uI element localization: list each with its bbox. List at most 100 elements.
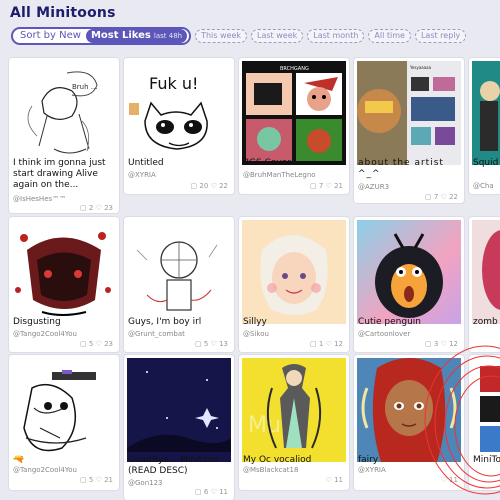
thumbnail-fairy[interactable] bbox=[357, 358, 461, 462]
thumbnail-bgs-cover[interactable]: BRCHGANG bbox=[242, 61, 346, 165]
comment-icon: ▢ bbox=[190, 182, 198, 190]
card-title[interactable]: MiniTo bbox=[473, 455, 500, 466]
heart-icon: ♡ bbox=[95, 340, 102, 348]
comment-icon: ▢ bbox=[310, 182, 317, 190]
card-title[interactable]: Guys, I'm boy irl bbox=[128, 317, 231, 328]
card-author[interactable]: @AZUR3 bbox=[358, 183, 389, 191]
minitoon-card[interactable]: BRCHGANG BGS Cover @BruhManTheLegno ▢ 7 … bbox=[239, 58, 349, 194]
like-count: 12 bbox=[334, 340, 343, 348]
thumb-text: Fuk u! bbox=[149, 74, 198, 93]
thumbnail-zomb[interactable] bbox=[472, 220, 500, 324]
card-author[interactable]: @IsHesHes™™ bbox=[13, 195, 66, 203]
minitoon-card[interactable]: Sillyy @Sikou ▢ 1 ♡ 12 bbox=[239, 217, 349, 352]
minitoon-card[interactable]: fairy @XYRIA ♡ 11 bbox=[354, 355, 464, 490]
like-count: 22 bbox=[219, 182, 228, 190]
thumbnail-goodbye[interactable] bbox=[127, 358, 231, 462]
comment-icon: ▢ bbox=[80, 204, 87, 212]
card-author[interactable]: @MsBlackcat18 bbox=[243, 466, 298, 474]
minitoon-card[interactable]: Squid 2 leak @Cha bbox=[469, 58, 500, 194]
last-48h-label: last 48h bbox=[153, 32, 183, 40]
card-title[interactable]: Untitled bbox=[128, 158, 231, 169]
minitoon-card[interactable]: GoodBye... Minitoon (READ DESC) @Gon123 … bbox=[124, 355, 234, 500]
filter-last-month[interactable]: Last month bbox=[307, 29, 365, 43]
heart-icon: ♡ bbox=[440, 340, 447, 348]
heart-icon: ♡ bbox=[210, 340, 217, 348]
card-author[interactable]: @Cha bbox=[473, 182, 494, 190]
card-author[interactable]: @Tango2Cool4You bbox=[13, 466, 77, 474]
minitoon-card[interactable]: Yesyaaaaa about the artist ^_^ @AZUR3 ▢ … bbox=[354, 58, 464, 203]
card-stats: ▢ 7 ♡ 22 bbox=[425, 193, 458, 201]
like-count: 21 bbox=[334, 182, 343, 190]
minitoon-card[interactable]: MiniTo bbox=[469, 355, 500, 490]
card-title[interactable]: fairy bbox=[358, 455, 461, 466]
sort-most-likes-button[interactable]: Most Likes last 48h bbox=[85, 29, 188, 43]
filter-all-time[interactable]: All time bbox=[368, 29, 411, 43]
card-title[interactable]: Sillyy bbox=[243, 317, 346, 328]
filter-this-week[interactable]: This week bbox=[195, 29, 248, 43]
card-title[interactable]: Squid 2 leak bbox=[473, 158, 500, 169]
card-stats: ▢ 5 ♡ 21 bbox=[80, 476, 113, 484]
minitoon-card[interactable]: Disgusting @Tango2Cool4You ▢ 5 ♡ 23 bbox=[9, 217, 119, 352]
thumbnail-oc-vocaloid[interactable]: Mu... bbox=[242, 358, 346, 462]
thumbnail-about-artist[interactable]: Yesyaaaaa bbox=[357, 61, 461, 165]
like-count: 13 bbox=[219, 340, 228, 348]
card-author[interactable]: @Tango2Cool4You bbox=[13, 330, 77, 338]
comment-count: 5 bbox=[203, 340, 209, 348]
comment-icon: ▢ bbox=[310, 340, 317, 348]
thumbnail-fuk-u-cat[interactable]: Fuk u! bbox=[127, 61, 231, 165]
heart-icon: ♡ bbox=[210, 182, 217, 190]
thumbnail-cutie-penguin[interactable] bbox=[357, 220, 461, 324]
comment-count: 7 bbox=[318, 182, 324, 190]
card-author[interactable]: @XYRIA bbox=[128, 171, 156, 179]
heart-icon: ♡ bbox=[210, 488, 217, 496]
heart-icon: ♡ bbox=[440, 193, 447, 201]
minitoon-card[interactable]: Guys, I'm boy irl @Grunt_combat ▢ 5 ♡ 13 bbox=[124, 217, 234, 352]
card-title[interactable]: zomb bbox=[473, 317, 500, 328]
card-stats: ▢ 5 ♡ 23 bbox=[80, 340, 113, 348]
card-stats: ▢ 7 ♡ 21 bbox=[310, 182, 343, 190]
card-title[interactable]: Disgusting bbox=[13, 317, 116, 328]
card-author[interactable]: @BruhManTheLegno bbox=[243, 171, 316, 179]
like-count: 11 bbox=[219, 488, 228, 496]
card-title[interactable]: 🔫 bbox=[13, 455, 116, 466]
sort-by-new-button[interactable]: Sort by New bbox=[15, 29, 86, 43]
card-author[interactable]: @Grunt_combat bbox=[128, 330, 185, 338]
thumbnail-guys-boy[interactable] bbox=[127, 220, 231, 324]
minitoon-card[interactable]: Bruh ... I think im gonna just start dra… bbox=[9, 58, 119, 213]
comment-icon: ▢ bbox=[80, 476, 87, 484]
card-author[interactable]: @Sikou bbox=[243, 330, 269, 338]
heart-icon: ♡ bbox=[325, 476, 332, 484]
card-title[interactable]: about the artist ^_^ bbox=[358, 158, 461, 180]
thumbnail-sketch-person[interactable]: Bruh ... bbox=[12, 61, 116, 165]
thumbnail-disgusting[interactable] bbox=[12, 220, 116, 324]
minitoon-card[interactable]: Mu... My Oc vocaliod @MsBlackcat18 ♡ 11 bbox=[239, 355, 349, 490]
minitoon-card[interactable]: Cutie penguin @Cartoonlover ▢ 3 ♡ 12 bbox=[354, 217, 464, 352]
thumb-text: Yesyaaaaa bbox=[409, 65, 432, 70]
card-stats: ▢ 1 ♡ 12 bbox=[310, 340, 343, 348]
thumbnail-squid[interactable] bbox=[472, 61, 500, 165]
heart-icon: ♡ bbox=[95, 476, 102, 484]
card-title[interactable]: I think im gonna just start drawing Aliv… bbox=[13, 158, 116, 191]
thumbnail-minitoon-icons[interactable] bbox=[472, 358, 500, 462]
heart-icon: ♡ bbox=[440, 476, 447, 484]
card-stats: ▢ 2 ♡ 23 bbox=[80, 204, 113, 212]
card-stats: ▢ 6 ♡ 11 bbox=[195, 488, 228, 496]
card-author[interactable]: @XYRIA bbox=[358, 466, 386, 474]
card-author[interactable]: @Gon123 bbox=[128, 479, 163, 487]
thumbnail-sillyy[interactable] bbox=[242, 220, 346, 324]
card-title[interactable]: Cutie penguin bbox=[358, 317, 461, 328]
card-author[interactable]: @Cartoonlover bbox=[358, 330, 410, 338]
minitoon-card[interactable]: Fuk u! Untitled @XYRIA ▢ 20 ♡ 22 bbox=[124, 58, 234, 194]
filter-last-reply[interactable]: Last reply bbox=[414, 29, 467, 43]
sort-toggle-group: Sort by New Most Likes last 48h bbox=[11, 27, 192, 45]
card-title[interactable]: My Oc vocaliod bbox=[243, 455, 346, 466]
comment-count: 2 bbox=[88, 204, 94, 212]
card-title[interactable]: GoodBye... Minitoon (READ DESC) bbox=[128, 455, 231, 477]
thumb-text: BRCHGANG bbox=[280, 66, 309, 72]
comment-icon: ▢ bbox=[425, 340, 432, 348]
thumbnail-gun-sketch[interactable] bbox=[12, 358, 116, 462]
minitoon-card[interactable]: 🔫 @Tango2Cool4You ▢ 5 ♡ 21 bbox=[9, 355, 119, 490]
minitoon-card[interactable]: zomb bbox=[469, 217, 500, 352]
card-title[interactable]: BGS Cover bbox=[243, 158, 346, 169]
filter-last-week[interactable]: Last week bbox=[251, 29, 304, 43]
